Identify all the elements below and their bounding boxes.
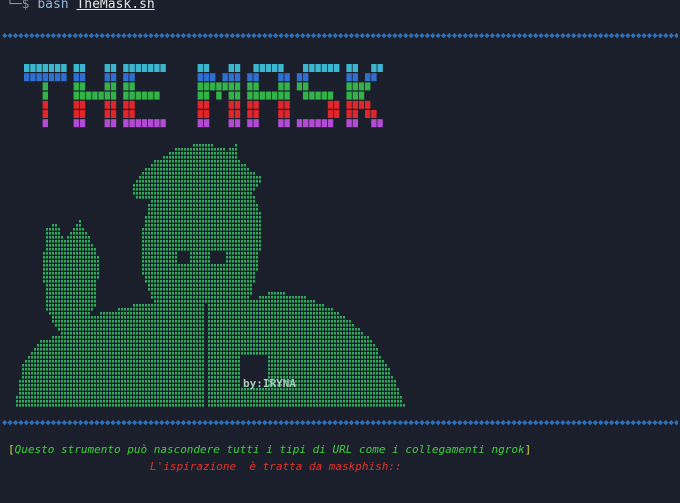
inspiration-line: L'ispirazione è tratta da maskphish:: (150, 460, 402, 473)
author-credit: by:IRYNA (243, 377, 296, 390)
close-bracket: ] (524, 443, 532, 456)
divider-bottom: ◆◆◆◆◆◆◆◆◆◆◆◆◆◆◆◆◆◆◆◆◆◆◆◆◆◆◆◆◆◆◆◆◆◆◆◆◆◆◆◆… (2, 418, 678, 428)
tool-description: [Questo strumento può nascondere tutti i… (8, 443, 678, 457)
open-bracket: [ (8, 443, 15, 456)
description-text: Questo strumento può nascondere tutti i … (14, 443, 525, 456)
masked-figure-art (16, 144, 405, 407)
logo-the-mask (24, 64, 383, 128)
